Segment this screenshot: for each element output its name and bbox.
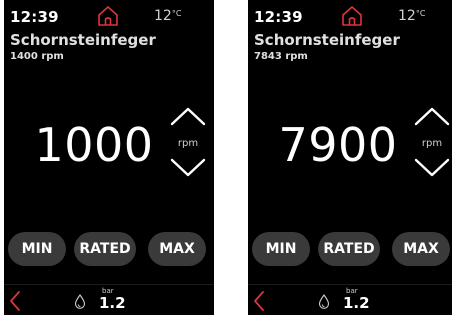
- chevron-up-icon[interactable]: [168, 104, 208, 128]
- bottom-bar: bar 1.2: [248, 284, 452, 315]
- current-speed: 7843 rpm: [254, 51, 308, 62]
- bottom-bar: bar 1.2: [4, 284, 214, 315]
- home-icon[interactable]: [96, 4, 120, 28]
- max-button[interactable]: MAX: [392, 232, 450, 266]
- max-button[interactable]: MAX: [148, 232, 206, 266]
- setpoint-value: 1000: [34, 118, 154, 172]
- device-screen-left: 12:39 12°C Schornsteinfeger 1400 rpm 100…: [4, 0, 214, 315]
- back-icon[interactable]: [8, 290, 22, 312]
- min-button[interactable]: MIN: [252, 232, 310, 266]
- temperature-value: 12: [154, 8, 172, 24]
- drop-icon: [74, 294, 86, 309]
- temperature-value: 12: [398, 8, 416, 24]
- rated-button[interactable]: RATED: [74, 232, 136, 266]
- setpoint-unit: rpm: [421, 138, 443, 149]
- chevron-up-icon[interactable]: [412, 104, 452, 128]
- outdoor-temperature: 12°C: [154, 8, 181, 24]
- current-speed: 1400 rpm: [10, 51, 64, 62]
- page-title: Schornsteinfeger: [254, 31, 400, 49]
- chevron-down-icon[interactable]: [412, 156, 452, 180]
- setpoint-value: 7900: [278, 118, 398, 172]
- device-screen-right: 12:39 12°C Schornsteinfeger 7843 rpm 790…: [248, 0, 452, 315]
- clock-time: 12:39: [254, 8, 303, 26]
- temperature-unit: °C: [171, 9, 182, 18]
- rated-button[interactable]: RATED: [318, 232, 380, 266]
- min-button[interactable]: MIN: [8, 232, 66, 266]
- home-icon[interactable]: [340, 4, 364, 28]
- chevron-down-icon[interactable]: [168, 156, 208, 180]
- outdoor-temperature: 12°C: [398, 8, 425, 24]
- page-title: Schornsteinfeger: [10, 31, 156, 49]
- drop-icon: [318, 294, 330, 309]
- back-icon[interactable]: [252, 290, 266, 312]
- temperature-unit: °C: [415, 9, 426, 18]
- status-bar: 12:39 12°C: [4, 0, 214, 30]
- pressure-value: 1.2: [343, 294, 370, 312]
- pressure-value: 1.2: [99, 294, 126, 312]
- status-bar: 12:39 12°C: [248, 0, 452, 30]
- setpoint-unit: rpm: [177, 138, 199, 149]
- clock-time: 12:39: [10, 8, 59, 26]
